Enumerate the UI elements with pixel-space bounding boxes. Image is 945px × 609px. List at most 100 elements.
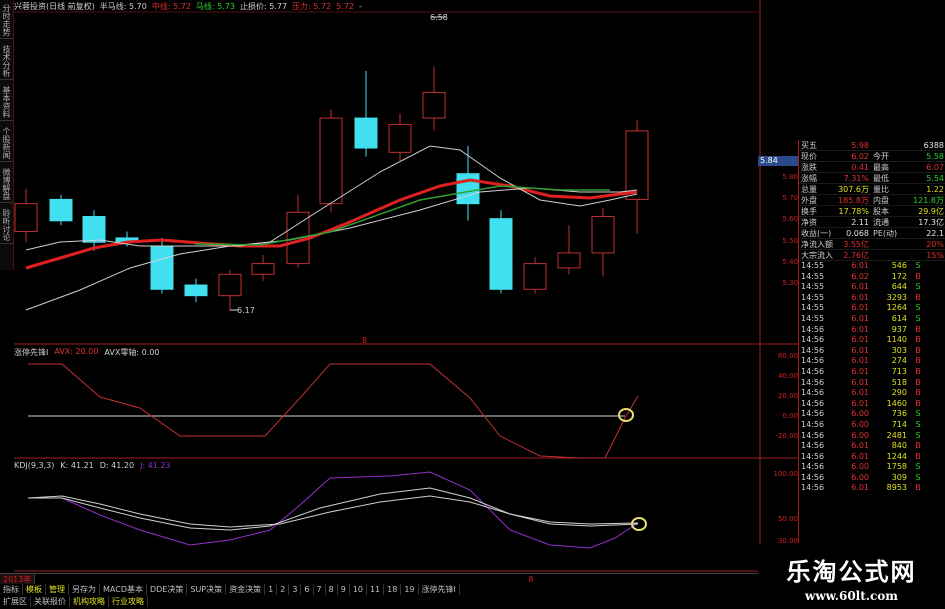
left-tab-3[interactable]: 个股新闻 <box>0 125 13 162</box>
quote-table: 买五 5.98 6388 现价 6.02 今开 5.58 涨跌 0.41 最高 6.07 涨幅 7.31… <box>799 140 945 261</box>
candle-body <box>49 198 73 222</box>
candle-body <box>591 216 615 254</box>
row1-tab-14[interactable]: 9 <box>338 584 350 595</box>
row2-tab-3[interactable]: 行业攻略 <box>109 596 148 607</box>
highlight-circle-1 <box>618 408 634 422</box>
candle-body <box>14 203 38 232</box>
half-ma: 半马线: 5.70 <box>99 2 147 11</box>
row1-tab-2[interactable]: 管理 <box>46 584 69 595</box>
tick-row: 14:56 6.01 713 B <box>801 366 921 376</box>
row1-tab-5[interactable]: DDE决策 <box>147 584 188 595</box>
row2-tab-2[interactable]: 机构攻略 <box>70 596 109 607</box>
candle-body <box>523 263 547 290</box>
row1-tab-17[interactable]: 18 <box>384 584 402 595</box>
candle-body <box>319 117 343 205</box>
dash: - <box>358 2 362 11</box>
y-tick: 5.30 <box>782 279 798 287</box>
tick-row: 14:56 6.00 714 S <box>801 419 921 429</box>
mid-ma: 中线: 5.72 <box>151 2 191 11</box>
row1-tab-16[interactable]: 11 <box>367 584 385 595</box>
time-axis: 2013年 8 <box>0 573 760 584</box>
left-tab-4[interactable]: 微博解盘 <box>0 166 13 203</box>
candle-body <box>388 124 412 153</box>
quote-row: 涨跌 0.41 最高 6.07 <box>799 163 945 173</box>
ind1-line <box>28 363 639 459</box>
row1-tab-18[interactable]: 19 <box>401 584 419 595</box>
y-tick: 5.80 <box>782 173 798 181</box>
tick-row: 14:56 6.01 290 B <box>801 388 921 398</box>
tick-row: 14:56 6.00 2481 S <box>801 430 921 440</box>
quote-row: 总量 307.6万 量比 1.22 <box>799 185 945 195</box>
tick-row: 14:56 6.00 736 S <box>801 409 921 419</box>
row1-tab-6[interactable]: SUP决策 <box>187 584 227 595</box>
row1-tab-3[interactable]: 另存为 <box>69 584 100 595</box>
chart-header: 兴蓉投资(日线 前复权) 半马线: 5.70 中线: 5.72 马线: 5.73… <box>14 1 362 12</box>
y-tick: 5.40 <box>782 258 798 266</box>
quote-panel: 买五 5.98 6388 现价 6.02 今开 5.58 涨跌 0.41 最高 6.07 涨幅 7.31… <box>798 140 945 543</box>
candle-body <box>82 216 106 243</box>
quote-row: 现价 6.02 今开 5.58 <box>799 152 945 162</box>
pressure-2: 5.72 <box>336 2 354 11</box>
candle-body <box>557 252 581 269</box>
quote-row: 收益(一) 0.068 PE(动) 22.1 <box>799 229 945 239</box>
watermark-url: www.60lt.com <box>805 589 898 603</box>
row1-tab-7[interactable]: 资金决策 <box>226 584 266 595</box>
y-tick: 5.50 <box>782 237 798 245</box>
tick-row: 14:56 6.01 274 B <box>801 356 921 366</box>
y-tick: 5.70 <box>782 194 798 202</box>
row1-tab-11[interactable]: 6 <box>301 584 314 595</box>
tick-row: 14:56 6.00 309 S <box>801 472 921 482</box>
ind1-marker: 8 <box>362 336 367 345</box>
candle-body <box>184 284 208 297</box>
tick-row: 14:55 6.01 644 S <box>801 282 921 292</box>
ind1-avxzero: AVX零轴: 0.00 <box>104 348 160 357</box>
tick-row: 14:56 6.00 1758 S <box>801 462 921 472</box>
candle-body <box>489 218 513 290</box>
kdj-j-line <box>28 471 639 549</box>
ind1-avx: AVX: 20.00 <box>54 347 99 356</box>
left-tab-1[interactable]: 技术分析 <box>0 43 13 80</box>
watermark: 乐淘公式网 www.60lt.com <box>758 544 945 609</box>
extension-tab-bar: 扩展区 关联报价 机构攻略 行业攻略 <box>0 596 760 607</box>
left-tab-2[interactable]: 基本资料 <box>0 84 13 121</box>
y-tick: 5.60 <box>782 215 798 223</box>
row1-tab-9[interactable]: 2 <box>277 584 290 595</box>
candle-body <box>354 117 378 149</box>
ind2-title: KDJ(9,3,3) <box>14 461 55 470</box>
tick-row: 14:56 6.01 8953 B <box>801 483 921 493</box>
left-tab-0[interactable]: 分时走势 <box>0 2 13 39</box>
row2-tab-0[interactable]: 扩展区 <box>0 596 31 607</box>
tick-row: 14:55 6.01 3293 B <box>801 292 921 302</box>
row1-tab-1[interactable]: 模板 <box>23 584 46 595</box>
quote-row: 净流入额 3.55亿 20% <box>799 240 945 250</box>
tick-row: 14:56 6.01 937 B <box>801 324 921 334</box>
tick-row: 14:55 6.01 546 S <box>801 261 921 270</box>
tick-row: 14:55 6.01 614 S <box>801 313 921 323</box>
candle-body <box>422 91 446 119</box>
row1-tab-12[interactable]: 7 <box>314 584 326 595</box>
row1-tab-4[interactable]: MACD基本 <box>100 584 147 595</box>
quote-row: 净资 2.11 流通 17.3亿 <box>799 218 945 228</box>
ind1-title-bar: 涨停先锋I AVX: 20.00 AVX零轴: 0.00 <box>14 347 159 358</box>
row1-tab-13[interactable]: 8 <box>326 584 338 595</box>
left-tab-strip: 分时走势技术分析基本资料个股新闻微博解盘聆听讨论 <box>0 0 14 270</box>
low-annotation: 6.17 <box>237 306 255 315</box>
candle-body <box>625 130 649 200</box>
row2-tab-1[interactable]: 关联报价 <box>31 596 70 607</box>
row1-tab-0[interactable]: 指标 <box>0 584 23 595</box>
row1-tab-19[interactable]: 涨停先锋I <box>419 584 460 595</box>
row1-tab-15[interactable]: 10 <box>350 584 367 595</box>
row1-tab-8[interactable]: 1 <box>265 584 278 595</box>
quote-row: 换手 17.78% 股本 29.9亿 <box>799 207 945 217</box>
ind2-title-bar: KDJ(9,3,3) K: 41.21 D: 41.20 J: 41.23 <box>14 461 171 470</box>
tick-row: 14:55 6.02 172 B <box>801 271 921 281</box>
watermark-title: 乐淘公式网 <box>786 558 917 586</box>
quote-row: 买五 5.98 6388 <box>799 141 945 151</box>
quote-row: 外盘 185.8万 内盘 121.8万 <box>799 196 945 206</box>
time-marker: 8 <box>528 575 534 584</box>
tick-row: 14:56 6.01 1140 B <box>801 335 921 345</box>
ind1-title: 涨停先锋I <box>14 348 49 357</box>
row1-tab-10[interactable]: 3 <box>289 584 302 595</box>
left-tab-5[interactable]: 聆听讨论 <box>0 207 13 244</box>
ind2-j: J: 41.23 <box>140 461 171 470</box>
